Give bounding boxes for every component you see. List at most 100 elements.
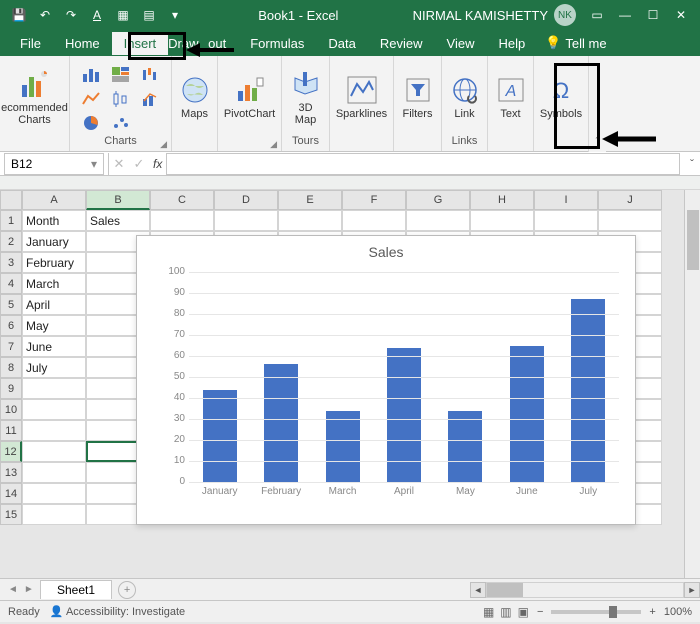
cell[interactable] [22,441,86,462]
fx-icon[interactable]: fx [149,157,166,171]
row-header[interactable]: 4 [0,273,22,294]
tab-data[interactable]: Data [316,32,367,55]
account-area[interactable]: NIRMAL KAMISHETTY NK [413,4,576,26]
zoom-slider[interactable] [551,610,641,614]
column-chart-icon[interactable] [77,64,105,86]
cell[interactable]: Sales [86,210,150,231]
sheet-tab[interactable]: Sheet1 [40,580,112,599]
column-header[interactable]: J [598,190,662,210]
cancel-formula-icon[interactable]: ✕ [109,156,129,172]
cell[interactable]: February [22,252,86,273]
tab-review[interactable]: Review [368,32,435,55]
chart-bar[interactable] [203,390,237,482]
line-chart-icon[interactable] [77,88,105,110]
tab-help[interactable]: Help [486,32,537,55]
tab-page-layout[interactable]: out [168,32,238,55]
pie-chart-icon[interactable] [77,112,105,134]
row-header[interactable]: 13 [0,462,22,483]
chart-bar[interactable] [448,411,482,482]
cell[interactable]: May [22,315,86,336]
cell[interactable]: July [22,357,86,378]
page-layout-view-icon[interactable]: ▥ [500,605,511,619]
zoom-out-icon[interactable]: − [537,606,543,618]
collapse-ribbon-icon[interactable]: ˆ [588,56,606,152]
tab-home[interactable]: Home [53,32,112,55]
statistic-chart-icon[interactable] [107,88,135,110]
row-header[interactable]: 6 [0,315,22,336]
normal-view-icon[interactable]: ▦ [483,605,494,619]
maximize-icon[interactable]: ☐ [644,6,662,24]
cell[interactable] [22,399,86,420]
row-header[interactable]: 8 [0,357,22,378]
cell[interactable] [22,483,86,504]
row-header[interactable]: 1 [0,210,22,231]
sheet-nav-icons[interactable]: ◄► [8,584,34,595]
wrap-icon[interactable]: ▤ [140,6,158,24]
new-sheet-button[interactable]: + [118,581,136,599]
column-header[interactable]: B [86,190,150,210]
close-icon[interactable]: ✕ [672,6,690,24]
zoom-in-icon[interactable]: + [649,606,655,618]
text-button[interactable]: AText [489,72,533,122]
recommended-charts-button[interactable]: ecommended Charts [0,66,74,128]
select-all-corner[interactable] [0,190,22,210]
cell[interactable]: April [22,294,86,315]
chart-bar[interactable] [264,364,298,482]
column-header[interactable]: C [150,190,214,210]
enter-formula-icon[interactable]: ✓ [129,156,149,172]
chart-title[interactable]: Sales [137,244,635,260]
tab-insert[interactable]: Insert [112,32,169,55]
namebox-dropdown-icon[interactable]: ▾ [91,157,97,171]
tab-view[interactable]: View [435,32,487,55]
row-header[interactable]: 10 [0,399,22,420]
row-header[interactable]: 3 [0,252,22,273]
column-header[interactable]: E [278,190,342,210]
scatter-chart-icon[interactable] [107,112,135,134]
cell[interactable] [22,420,86,441]
cell[interactable] [22,378,86,399]
qat-dropdown-icon[interactable]: ▾ [166,6,184,24]
fill-icon[interactable]: ▦ [114,6,132,24]
cell[interactable] [150,210,214,231]
column-header[interactable]: D [214,190,278,210]
charts-dialog-launcher-icon[interactable]: ◢ [160,139,167,150]
sparklines-button[interactable]: Sparklines [330,72,393,122]
column-header[interactable]: G [406,190,470,210]
charts-gallery[interactable] [77,64,165,134]
cell[interactable]: March [22,273,86,294]
cell[interactable] [406,210,470,231]
cell[interactable] [470,210,534,231]
cell[interactable] [278,210,342,231]
undo-icon[interactable]: ↶ [36,6,54,24]
cell[interactable] [214,210,278,231]
tell-me-search[interactable]: 💡 Tell me [545,35,606,51]
tab-formulas[interactable]: Formulas [238,32,316,55]
combo-chart-icon[interactable] [137,88,165,110]
save-icon[interactable]: 💾 [10,6,28,24]
column-header[interactable]: F [342,190,406,210]
redo-icon[interactable]: ↷ [62,6,80,24]
waterfall-chart-icon[interactable] [137,64,165,86]
vertical-scrollbar[interactable] [684,190,700,578]
row-header[interactable]: 14 [0,483,22,504]
cell[interactable] [22,504,86,525]
zoom-level[interactable]: 100% [664,606,692,618]
page-break-view-icon[interactable]: ▣ [518,605,529,619]
formula-bar[interactable] [166,153,680,175]
row-header[interactable]: 15 [0,504,22,525]
link-button[interactable]: Link [443,72,487,122]
font-color-icon[interactable]: A [88,6,106,24]
symbols-button[interactable]: ΩSymbols [534,72,588,122]
view-switcher[interactable]: ▦ ▥ ▣ [483,605,529,619]
column-header[interactable]: A [22,190,86,210]
expand-formula-bar-icon[interactable]: ˇ [684,157,700,171]
row-header[interactable]: 5 [0,294,22,315]
minimize-icon[interactable]: — [616,6,634,24]
hierarchy-chart-icon[interactable] [107,64,135,86]
row-header[interactable]: 7 [0,336,22,357]
tab-file[interactable]: File [8,32,53,55]
cell[interactable]: January [22,231,86,252]
cell[interactable] [22,462,86,483]
cell[interactable] [534,210,598,231]
3d-map-button[interactable]: 3D Map [284,66,328,128]
